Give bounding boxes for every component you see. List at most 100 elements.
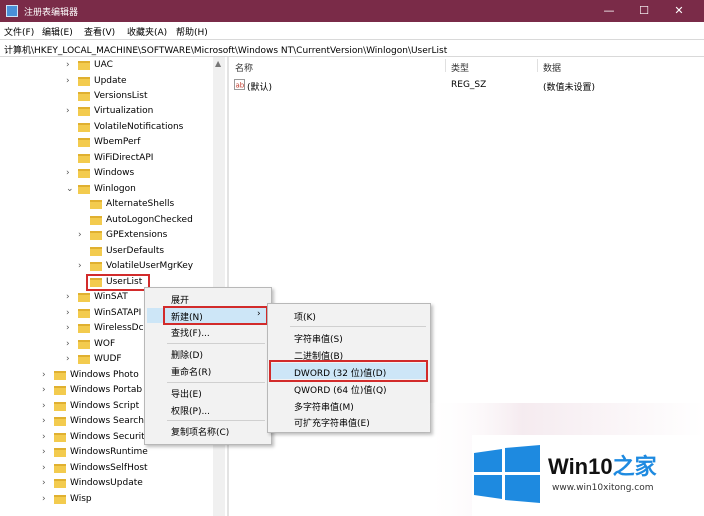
submenu-item-qword[interactable]: QWORD (64 位)值(Q) [294, 383, 387, 396]
folder-icon [78, 309, 90, 318]
menu-edit[interactable]: 编辑(E) [42, 25, 73, 38]
menu-separator [167, 343, 265, 344]
column-header-name[interactable]: 名称 [235, 61, 253, 74]
value-name[interactable]: (默认) [247, 80, 272, 93]
watermark: Win10之家 www.win10xitong.com [424, 395, 704, 516]
folder-icon [78, 92, 90, 101]
column-header-data[interactable]: 数据 [543, 61, 561, 74]
watermark-url: www.win10xitong.com [552, 483, 654, 493]
string-value-icon: ab [234, 79, 245, 90]
folder-icon [54, 479, 66, 488]
address-path: 计算机\HKEY_LOCAL_MACHINE\SOFTWARE\Microsof… [4, 46, 448, 56]
expand-arrow-icon[interactable]: › [42, 385, 52, 395]
folder-icon [78, 340, 90, 349]
menu-favorites[interactable]: 收藏夹(A) [127, 25, 167, 38]
folder-icon [90, 200, 102, 209]
close-button[interactable]: ✕ [662, 0, 696, 22]
submenu-item-expandable-string[interactable]: 可扩充字符串值(E) [294, 416, 370, 429]
address-bar[interactable]: 计算机\HKEY_LOCAL_MACHINE\SOFTWARE\Microsof… [0, 39, 704, 57]
tree-item-label: WOF [94, 339, 116, 349]
column-header-type[interactable]: 类型 [451, 61, 469, 74]
expand-arrow-icon[interactable]: › [66, 60, 76, 70]
tree-item-label: WirelessDc [94, 323, 144, 333]
watermark-brand: Win10之家 [548, 449, 657, 481]
value-type: REG_SZ [451, 80, 487, 90]
tree-item-label: UserDefaults [106, 246, 165, 256]
expand-arrow-icon[interactable]: › [42, 370, 52, 380]
folder-icon [78, 293, 90, 302]
expand-arrow-icon[interactable]: › [42, 432, 52, 442]
folder-icon [54, 448, 66, 457]
expand-arrow-icon[interactable]: › [66, 308, 76, 318]
menu-item-new[interactable]: 新建(N) [171, 310, 203, 323]
folder-icon [78, 77, 90, 86]
folder-icon [54, 464, 66, 473]
expand-arrow-icon[interactable]: › [42, 416, 52, 426]
minimize-button[interactable]: — [592, 0, 626, 22]
expand-arrow-icon[interactable]: › [66, 354, 76, 364]
tree-item-label: Windows Photo [70, 370, 139, 380]
collapse-arrow-icon[interactable]: ⌄ [66, 184, 76, 194]
expand-arrow-icon[interactable]: › [78, 230, 88, 240]
svg-text:ab: ab [236, 82, 245, 90]
maximize-button[interactable]: ☐ [627, 0, 661, 22]
expand-arrow-icon[interactable]: › [66, 292, 76, 302]
menu-bar: 文件(F) 编辑(E) 查看(V) 收藏夹(A) 帮助(H) [0, 22, 704, 39]
column-divider[interactable] [537, 59, 538, 72]
menu-item-expand[interactable]: 展开 [171, 293, 189, 306]
tree-item-label: Virtualization [94, 106, 154, 116]
expand-arrow-icon[interactable]: › [66, 106, 76, 116]
menu-view[interactable]: 查看(V) [84, 25, 115, 38]
submenu-item-multi-string[interactable]: 多字符串值(M) [294, 400, 354, 413]
expand-arrow-icon[interactable]: › [42, 478, 52, 488]
folder-icon [90, 216, 102, 225]
scroll-up-arrow-icon[interactable]: ▲ [215, 59, 221, 68]
expand-arrow-icon[interactable]: › [42, 447, 52, 457]
menu-help[interactable]: 帮助(H) [176, 25, 208, 38]
expand-arrow-icon[interactable]: › [42, 494, 52, 504]
watermark-brand-name: Win10 [548, 454, 613, 479]
tree-item-label: Windows Search [70, 416, 144, 426]
menu-item-export[interactable]: 导出(E) [171, 387, 202, 400]
tree-item-label: WUDF [94, 354, 122, 364]
submenu-item-key[interactable]: 项(K) [294, 310, 316, 323]
userlist-highlight-box [86, 274, 150, 291]
tree-item-label: Windows Securit [70, 432, 145, 442]
folder-icon [78, 123, 90, 132]
column-divider[interactable] [445, 59, 446, 72]
menu-file[interactable]: 文件(F) [4, 25, 34, 38]
folder-icon [78, 324, 90, 333]
tree-item-label: WindowsUpdate [70, 478, 143, 488]
menu-item-copy-key-name[interactable]: 复制项名称(C) [171, 425, 229, 438]
menu-item-delete[interactable]: 删除(D) [171, 348, 203, 361]
expand-arrow-icon[interactable]: › [42, 401, 52, 411]
folder-icon [90, 247, 102, 256]
title-bar: 注册表编辑器 — ☐ ✕ [0, 0, 704, 22]
folder-icon [78, 355, 90, 364]
expand-arrow-icon[interactable]: › [66, 323, 76, 333]
regedit-app-icon [6, 5, 18, 17]
menu-separator [290, 326, 426, 327]
submenu-item-dword[interactable]: DWORD (32 位)值(D) [294, 366, 386, 379]
tree-item-label: WbemPerf [94, 137, 141, 147]
folder-icon [54, 386, 66, 395]
expand-arrow-icon[interactable]: › [66, 76, 76, 86]
tree-item-label: Wisp [70, 494, 92, 504]
tree-item-label: Windows Script [70, 401, 140, 411]
folder-icon [78, 138, 90, 147]
expand-arrow-icon[interactable]: › [78, 261, 88, 271]
expand-arrow-icon[interactable]: › [66, 168, 76, 178]
folder-icon [78, 61, 90, 70]
tree-item-label: WinSATAPI [94, 308, 142, 318]
tree-item-label: Windows [94, 168, 135, 178]
menu-item-rename[interactable]: 重命名(R) [171, 365, 211, 378]
menu-item-permissions[interactable]: 权限(P)... [171, 404, 210, 417]
tree-item-label: AutoLogonChecked [106, 215, 193, 225]
menu-item-find[interactable]: 查找(F)... [171, 326, 210, 339]
expand-arrow-icon[interactable]: › [66, 339, 76, 349]
folder-icon [54, 495, 66, 504]
expand-arrow-icon[interactable]: › [42, 463, 52, 473]
tree-item-label: VolatileNotifications [94, 122, 184, 132]
menu-separator [167, 420, 265, 421]
submenu-item-string[interactable]: 字符串值(S) [294, 332, 343, 345]
